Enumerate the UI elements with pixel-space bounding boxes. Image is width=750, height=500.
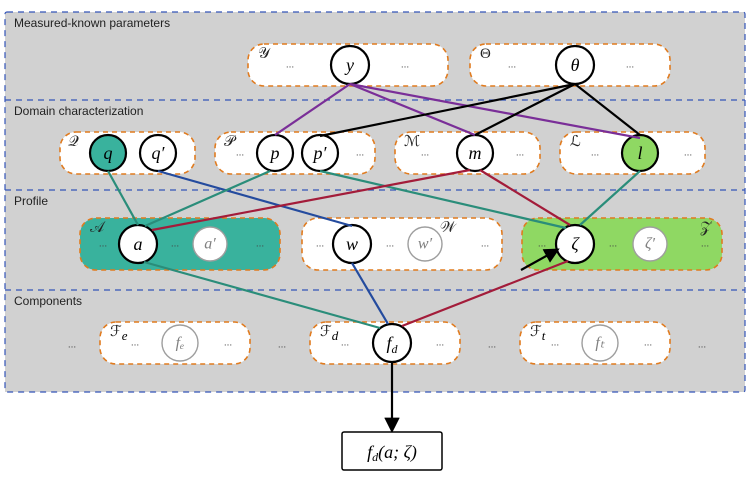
- label-ft: fₜ: [595, 335, 604, 352]
- set-label-M: ℳ: [404, 134, 420, 150]
- svg-text:...: ...: [278, 340, 286, 351]
- label-qprime: q′: [152, 143, 166, 163]
- set-label-A: 𝒜: [90, 220, 106, 236]
- svg-text:...: ...: [591, 148, 599, 159]
- svg-text:...: ...: [286, 60, 294, 71]
- svg-text:...: ...: [421, 148, 429, 159]
- svg-text:...: ...: [609, 239, 617, 250]
- svg-text:...: ...: [356, 148, 364, 159]
- svg-text:...: ...: [68, 340, 76, 351]
- set-label-Z: 𝒵: [700, 220, 713, 236]
- svg-text:...: ...: [256, 239, 264, 250]
- svg-text:...: ...: [684, 148, 692, 159]
- set-label-W: 𝒲: [440, 220, 457, 236]
- row-title-components: Components: [14, 294, 82, 308]
- svg-text:...: ...: [99, 239, 107, 250]
- label-theta: θ: [571, 55, 580, 75]
- label-y: y: [344, 55, 354, 75]
- svg-text:...: ...: [626, 60, 634, 71]
- svg-text:...: ...: [236, 148, 244, 159]
- svg-text:...: ...: [224, 338, 232, 349]
- label-l: l: [637, 143, 642, 163]
- label-fe: fₑ: [176, 335, 185, 352]
- row-title-measured: Measured-known parameters: [14, 16, 170, 30]
- label-q: q: [104, 143, 113, 163]
- set-label-Y: 𝒴: [258, 46, 271, 62]
- svg-text:...: ...: [131, 338, 139, 349]
- svg-text:...: ...: [341, 338, 349, 349]
- label-pprime: p′: [312, 143, 328, 163]
- svg-text:...: ...: [701, 239, 709, 250]
- svg-text:...: ...: [436, 338, 444, 349]
- label-wprime: w′: [418, 236, 433, 253]
- diagram-svg: Measured-known parameters Domain charact…: [0, 0, 750, 500]
- svg-text:...: ...: [481, 239, 489, 250]
- svg-text:...: ...: [698, 340, 706, 351]
- svg-text:...: ...: [171, 239, 179, 250]
- svg-text:...: ...: [488, 340, 496, 351]
- label-p: p: [269, 143, 280, 163]
- row-title-domain: Domain characterization: [14, 104, 143, 118]
- label-aprime: a′: [204, 236, 216, 253]
- label-w: w: [346, 234, 358, 254]
- set-label-Q: 𝒬: [68, 134, 79, 150]
- label-zetaprime: ζ′: [645, 236, 655, 253]
- svg-text:...: ...: [386, 239, 394, 250]
- svg-text:...: ...: [508, 60, 516, 71]
- svg-text:...: ...: [538, 239, 546, 250]
- set-label-L: ℒ: [570, 134, 581, 150]
- row-title-profile: Profile: [14, 194, 48, 208]
- svg-text:...: ...: [644, 338, 652, 349]
- label-a: a: [134, 234, 143, 254]
- svg-text:...: ...: [401, 60, 409, 71]
- svg-text:...: ...: [516, 148, 524, 159]
- set-label-Theta: Θ: [480, 46, 491, 62]
- svg-text:...: ...: [551, 338, 559, 349]
- label-m: m: [469, 143, 482, 163]
- svg-text:...: ...: [316, 239, 324, 250]
